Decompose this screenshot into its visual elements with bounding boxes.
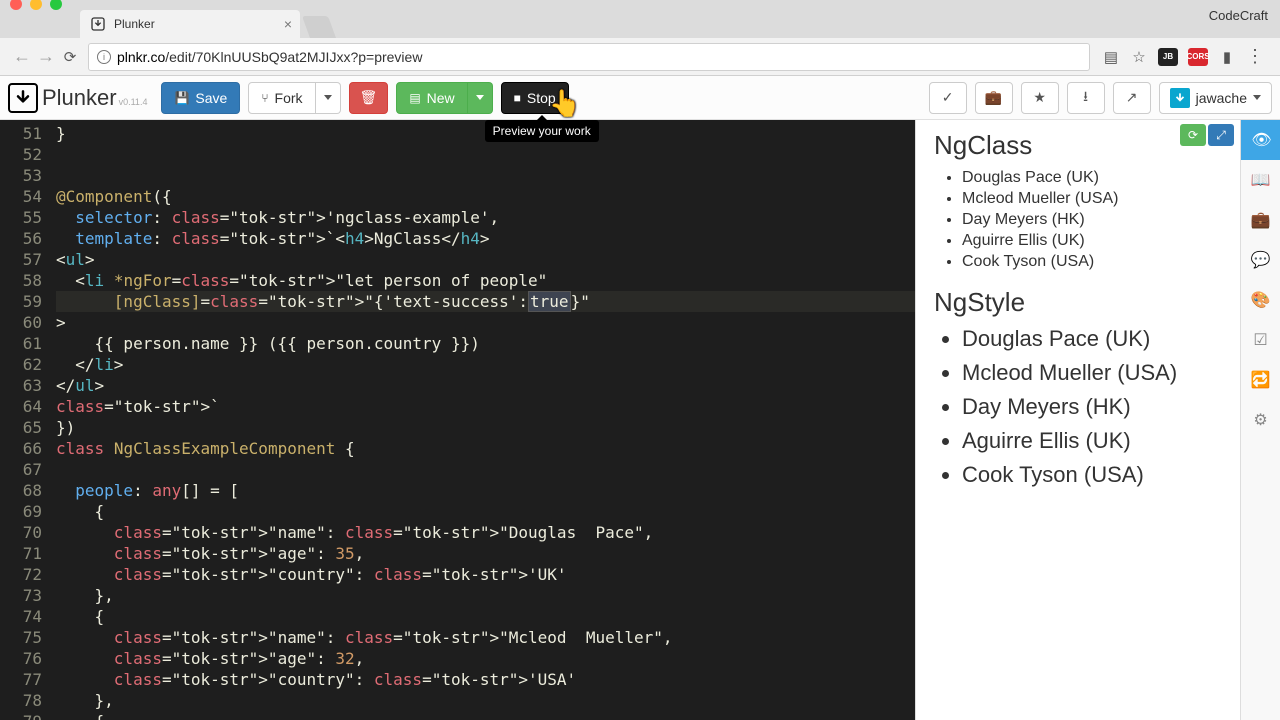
- list-item: Day Meyers (HK): [962, 211, 1222, 229]
- window-close-icon[interactable]: [10, 0, 22, 10]
- external-link-icon: ↗: [1126, 89, 1138, 106]
- bookmark-star-icon[interactable]: ☆: [1130, 48, 1148, 66]
- briefcase-icon: 💼: [1251, 210, 1271, 230]
- caret-down-icon: [1253, 95, 1261, 100]
- save-button[interactable]: 💾Save: [161, 82, 240, 114]
- list-item: Mcleod Mueller (USA): [962, 360, 1222, 386]
- nav-forward-icon: →: [34, 46, 58, 67]
- user-menu[interactable]: jawache: [1159, 82, 1272, 114]
- external-link-button[interactable]: ↗: [1113, 82, 1151, 114]
- codecraft-label: CodeCraft: [1209, 8, 1268, 23]
- fork-icon: ⑂: [261, 91, 268, 105]
- translate-icon[interactable]: ▤: [1102, 48, 1120, 66]
- site-info-icon[interactable]: i: [97, 50, 111, 64]
- plunker-logo-text: Plunker: [42, 85, 117, 111]
- caret-down-icon: [324, 95, 332, 100]
- comments-icon: 💬: [1251, 250, 1271, 270]
- sidebar-palette-button[interactable]: 🎨: [1241, 280, 1280, 320]
- fork-dropdown[interactable]: [316, 82, 341, 114]
- stop-tooltip: Preview your work: [485, 120, 599, 142]
- cursor-pointer-icon: 👆: [549, 88, 581, 119]
- book-icon: 📖: [1251, 170, 1271, 190]
- plunker-favicon-icon: [90, 16, 106, 32]
- sidebar-comments-button[interactable]: 💬: [1241, 240, 1280, 280]
- tab-close-icon[interactable]: ×: [284, 16, 292, 32]
- editor-code[interactable]: } @Component({ selector: class="tok-str"…: [52, 120, 915, 720]
- sidebar-docs-button[interactable]: 📖: [1241, 160, 1280, 200]
- right-sidebar: 👁 📖 💼 💬 🎨 ☑ 🔁 ⚙: [1240, 120, 1280, 720]
- plunker-logo[interactable]: Plunker v0.11.4: [8, 83, 147, 113]
- download-button[interactable]: ⭳: [1067, 82, 1105, 114]
- expand-icon: ⤢: [1216, 128, 1226, 143]
- url-text: plnkr.co/edit/70KlnUUSbQ9at2MJIJxx?p=pre…: [117, 49, 422, 65]
- ngclass-list: Douglas Pace (UK) Mcleod Mueller (USA) Day…: [934, 169, 1222, 271]
- eye-icon: 👁: [1251, 130, 1271, 150]
- list-item: Cook Tyson (USA): [962, 462, 1222, 488]
- delete-button[interactable]: 🗑: [349, 82, 389, 114]
- preview-heading-ngclass: NgClass: [934, 130, 1222, 161]
- check-icon: ✓: [942, 89, 954, 106]
- extension-bar-icon[interactable]: ▮: [1218, 48, 1236, 66]
- list-item: Cook Tyson (USA): [962, 253, 1222, 271]
- plunker-version: v0.11.4: [119, 97, 148, 107]
- sidebar-settings-button[interactable]: ⚙: [1241, 400, 1280, 440]
- plunker-logo-icon: [8, 83, 38, 113]
- ngstyle-list: Douglas Pace (UK) Mcleod Mueller (USA) Day…: [934, 326, 1222, 488]
- preview-heading-ngstyle: NgStyle: [934, 287, 1222, 318]
- code-editor[interactable]: 5152535455565758596061626364656667686970…: [0, 120, 915, 720]
- new-tab-button[interactable]: [302, 16, 336, 38]
- username-label: jawache: [1196, 90, 1247, 106]
- list-item: Aguirre Ellis (UK): [962, 428, 1222, 454]
- check-square-icon: ☑: [1253, 330, 1267, 350]
- new-dropdown[interactable]: [468, 82, 493, 114]
- stop-icon: ■: [514, 91, 521, 105]
- extension-dark-icon[interactable]: JB: [1158, 48, 1178, 66]
- browser-tab-title: Plunker: [114, 17, 155, 31]
- extension-cors-icon[interactable]: CORS: [1188, 48, 1208, 66]
- list-item: Douglas Pace (UK): [962, 326, 1222, 352]
- preview-expand-button[interactable]: ⤢: [1208, 124, 1234, 146]
- sidebar-briefcase-button[interactable]: 💼: [1241, 200, 1280, 240]
- nav-reload-icon[interactable]: ⟳: [58, 48, 82, 66]
- list-item: Aguirre Ellis (UK): [962, 232, 1222, 250]
- gear-icon: ⚙: [1253, 410, 1267, 430]
- briefcase-icon: 💼: [985, 89, 1002, 106]
- editor-gutter: 5152535455565758596061626364656667686970…: [0, 120, 52, 720]
- file-icon: ▤: [409, 91, 420, 105]
- preview-pane: ⟳ ⤢ NgClass Douglas Pace (UK) Mcleod Muel…: [915, 120, 1240, 720]
- sidebar-tasks-button[interactable]: ☑: [1241, 320, 1280, 360]
- list-item: Day Meyers (HK): [962, 394, 1222, 420]
- nav-back-icon[interactable]: ←: [10, 46, 34, 67]
- url-input[interactable]: i plnkr.co/edit/70KlnUUSbQ9at2MJIJxx?p=p…: [88, 43, 1090, 71]
- list-item: Mcleod Mueller (USA): [962, 190, 1222, 208]
- star-icon: ★: [1033, 89, 1046, 106]
- app-header: Plunker v0.11.4 💾Save ⑂Fork 🗑 ▤New ■Stop…: [0, 76, 1280, 120]
- palette-icon: 🎨: [1251, 290, 1271, 310]
- sidebar-preview-button[interactable]: 👁: [1241, 120, 1280, 160]
- browser-menu-icon[interactable]: ⋮: [1246, 46, 1264, 67]
- window-minimize-icon[interactable]: [30, 0, 42, 10]
- caret-down-icon: [476, 95, 484, 100]
- window-maximize-icon[interactable]: [50, 0, 62, 10]
- preview-reload-button[interactable]: ⟳: [1180, 124, 1206, 146]
- check-button[interactable]: ✓: [929, 82, 967, 114]
- list-item: Douglas Pace (UK): [962, 169, 1222, 187]
- briefcase-button[interactable]: 💼: [975, 82, 1013, 114]
- sidebar-retweet-button[interactable]: 🔁: [1241, 360, 1280, 400]
- download-icon: ⭳: [1083, 86, 1088, 110]
- refresh-icon: ⟳: [1188, 128, 1198, 142]
- save-icon: 💾: [174, 91, 189, 105]
- trash-icon: 🗑: [360, 89, 378, 106]
- new-button[interactable]: ▤New: [396, 82, 467, 114]
- star-button[interactable]: ★: [1021, 82, 1059, 114]
- retweet-icon: 🔁: [1251, 370, 1271, 390]
- fork-button[interactable]: ⑂Fork: [248, 82, 315, 114]
- browser-tab[interactable]: Plunker ×: [80, 10, 300, 38]
- user-avatar-icon: [1170, 88, 1190, 108]
